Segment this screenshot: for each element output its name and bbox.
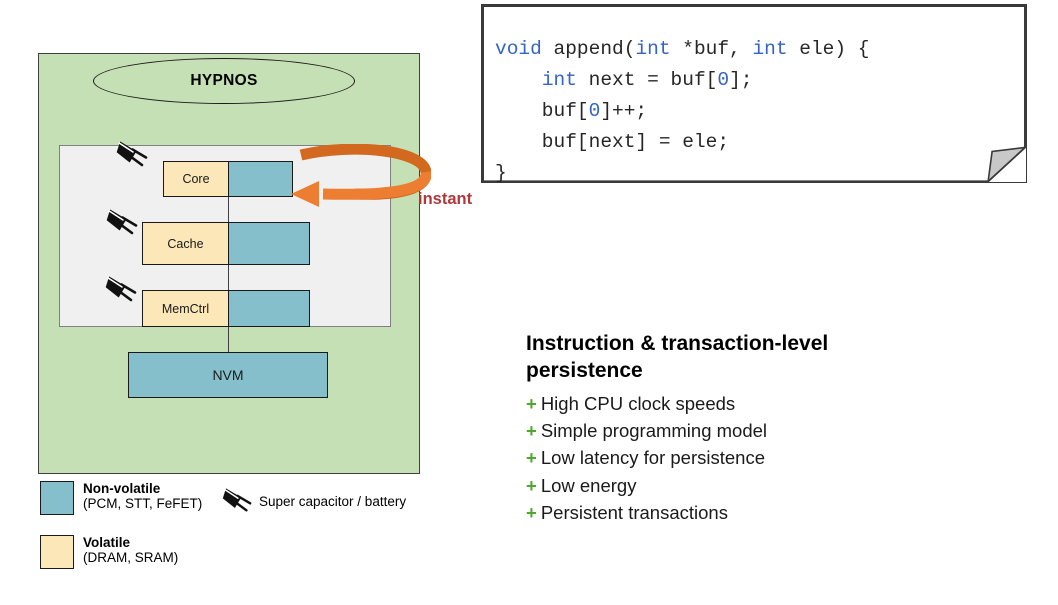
benefit-item: + Persistent transactions [526, 499, 996, 526]
block-cache: Cache [142, 222, 310, 265]
super-capacitor-icon [222, 488, 252, 512]
block-core: Core [163, 161, 293, 197]
block-nvm: NVM [128, 352, 328, 398]
code-snippet-card: void append(int *buf, int ele) { int nex… [481, 4, 1027, 184]
code-text: void append(int *buf, int ele) { int nex… [495, 37, 870, 184]
legend-title-volatile: Volatile [83, 535, 131, 550]
legend-item-volatile: Volatile (DRAM, SRAM) [40, 535, 178, 569]
block-memctrl-label: MemCtrl [161, 301, 210, 316]
hypnos-label: HYPNOS [190, 72, 258, 89]
legend-item-super-capacitor: Super capacitor / battery [222, 487, 406, 515]
benefit-item: + High CPU clock speeds [526, 390, 996, 417]
benefit-item-label: High CPU clock speeds [540, 392, 736, 414]
legend-title-non-volatile: Non-volatile [83, 481, 161, 496]
bullet-plus-icon: + [526, 447, 537, 469]
benefit-item: + Low energy [526, 472, 996, 499]
legend-subtitle-volatile: (DRAM, SRAM) [83, 550, 179, 566]
benefits-list: + High CPU clock speeds + Simple programmin… [526, 390, 996, 527]
system-diagram: HYPNOS Core Cache MemCtrl NVM instant No… [0, 0, 473, 605]
benefits-heading: Instruction & transaction-level persiste… [526, 332, 829, 383]
benefit-item: + Simple programming model [526, 417, 996, 444]
legend-caption-super-capacitor: Super capacitor / battery [259, 493, 407, 509]
benefit-item-label: Low energy [540, 474, 637, 496]
block-cache-label: Cache [167, 236, 204, 251]
benefit-item-label: Persistent transactions [540, 502, 728, 524]
bullet-plus-icon: + [526, 392, 537, 414]
bullet-plus-icon: + [526, 502, 537, 524]
block-core-label: Core [182, 172, 210, 186]
bullet-plus-icon: + [526, 419, 537, 441]
instant-loop-arrow [291, 144, 431, 207]
benefit-item-label: Low latency for persistence [540, 447, 765, 469]
bus-memctrl-nvm [228, 326, 230, 353]
hypnos-title-ellipse: HYPNOS [93, 58, 355, 104]
benefit-item: + Low latency for persistence [526, 444, 996, 471]
legend-subtitle-non-volatile: (PCM, STT, FeFET) [83, 496, 203, 512]
legend-swatch-volatile [40, 535, 74, 569]
block-nvm-label: NVM [212, 367, 244, 383]
benefit-item-label: Simple programming model [540, 419, 768, 441]
bullet-plus-icon: + [526, 474, 537, 496]
benefits-section: Instruction & transaction-level persiste… [526, 330, 996, 526]
instant-label: instant [418, 190, 473, 208]
block-cache-nvm-half [227, 223, 309, 264]
legend-swatch-non-volatile [40, 481, 74, 515]
legend-item-non-volatile: Non-volatile (PCM, STT, FeFET) [40, 481, 202, 515]
block-memctrl-nvm-half [227, 291, 309, 326]
block-memctrl: MemCtrl [142, 290, 310, 327]
